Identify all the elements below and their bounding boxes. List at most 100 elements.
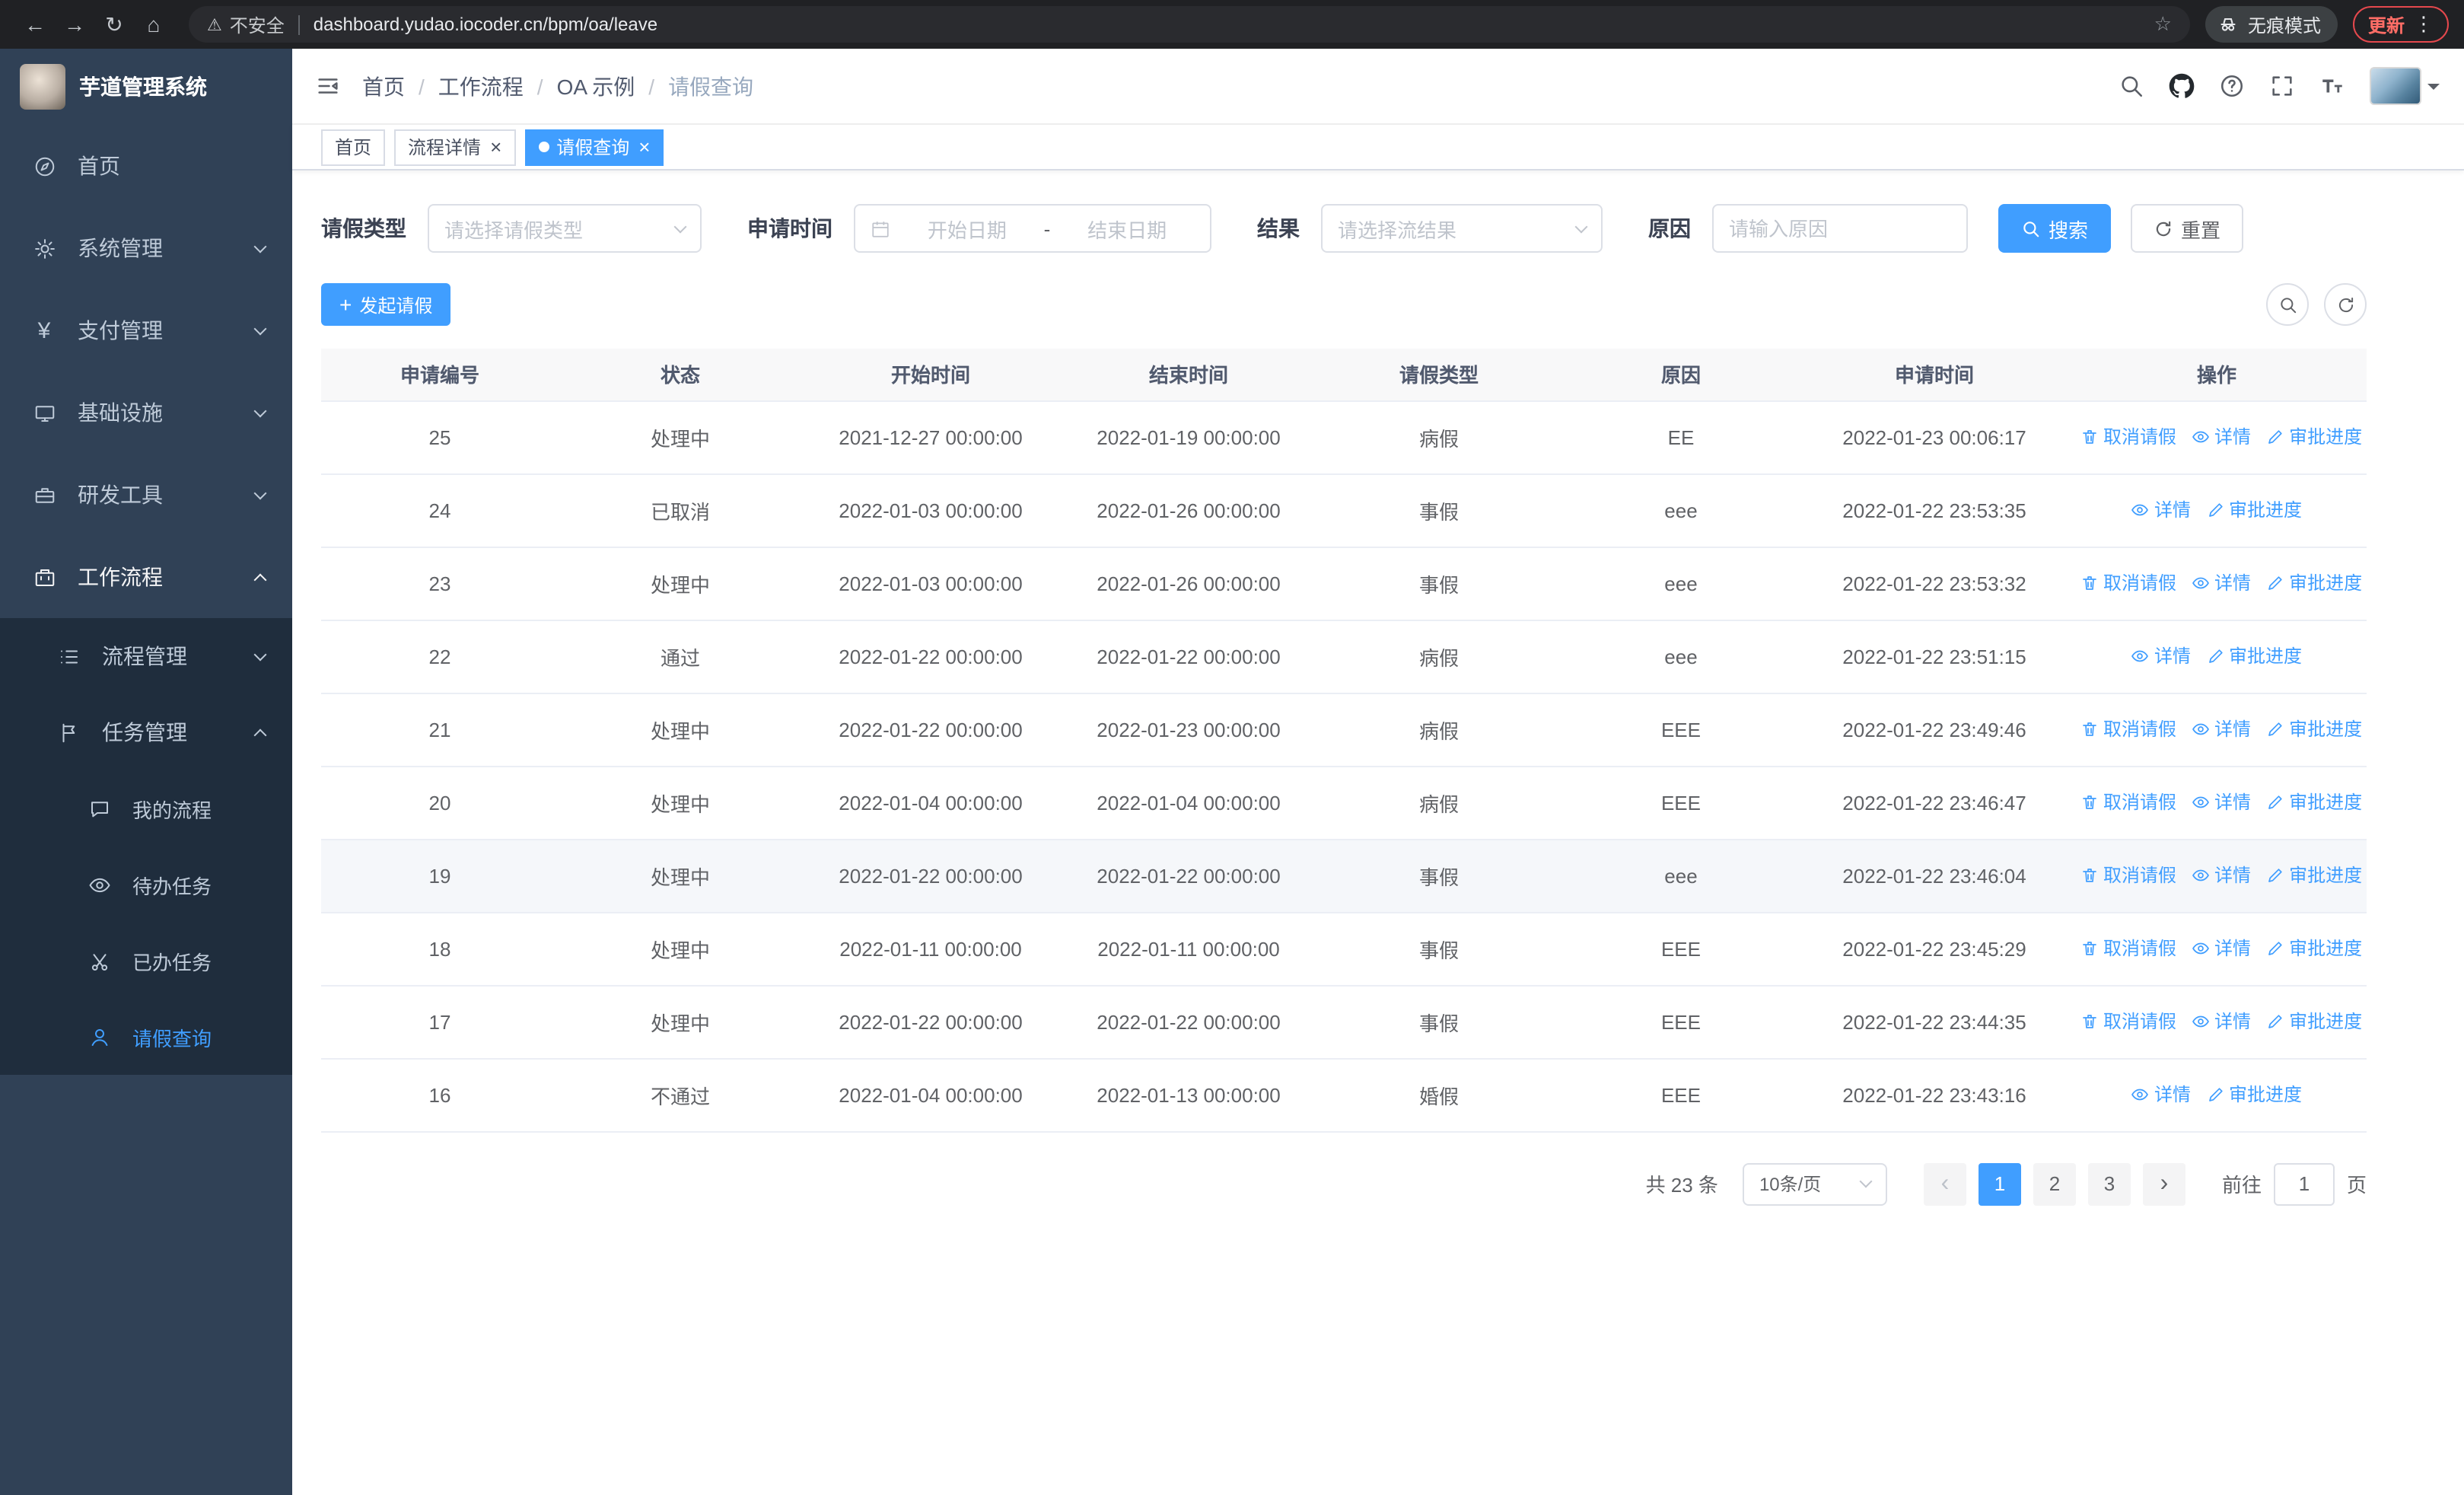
browser-menu-icon[interactable]: ⋮	[2414, 12, 2434, 37]
apply-time-label: 申请时间	[747, 216, 832, 241]
cell-apply-time: 2022-01-23 00:06:17	[1802, 400, 2067, 474]
cancel-action-link[interactable]: 取消请假	[2080, 862, 2176, 888]
app-frame: 芋道管理系统 首页 系统管理 ¥ 支付管理 基础设施 研发工具 工作流程 流程管…	[0, 49, 2464, 1495]
github-icon[interactable]	[2169, 73, 2195, 99]
breadcrumb-oa-example[interactable]: OA 示例	[557, 71, 635, 101]
prev-page-button[interactable]: ‹	[1923, 1162, 1966, 1205]
cell-leave-type: 事假	[1318, 912, 1560, 986]
browser-address-bar[interactable]: ⚠ 不安全 dashboard.yudao.iocoder.cn/bpm/oa/…	[189, 6, 2190, 43]
cancel-action-link[interactable]: 取消请假	[2080, 1009, 2176, 1034]
browser-reload-icon[interactable]: ↻	[94, 5, 134, 44]
fullscreen-icon[interactable]	[2269, 73, 2295, 99]
close-icon[interactable]: ×	[490, 137, 501, 157]
cancel-action-link[interactable]: 取消请假	[2080, 424, 2176, 450]
search-button[interactable]: 搜索	[1998, 204, 2112, 253]
sidebar-item-workflow[interactable]: 工作流程	[0, 536, 292, 618]
sidebar-fold-button[interactable]	[315, 73, 341, 99]
detail-action-link[interactable]: 详情	[2192, 789, 2251, 815]
progress-action-link[interactable]: 审批进度	[2266, 936, 2362, 961]
close-icon[interactable]: ×	[638, 137, 650, 157]
browser-forward-icon[interactable]: →	[55, 5, 94, 44]
cell-reason: EEE	[1560, 693, 1802, 767]
detail-action-link[interactable]: 详情	[2192, 862, 2251, 888]
cell-status: 处理中	[559, 839, 802, 913]
reason-input[interactable]	[1712, 204, 1968, 253]
screen: ← → ↻ ⌂ ⚠ 不安全 dashboard.yudao.iocoder.cn…	[0, 0, 2464, 1495]
cancel-action-link[interactable]: 取消请假	[2080, 936, 2176, 961]
help-icon[interactable]	[2219, 73, 2245, 99]
next-page-button[interactable]: ›	[2142, 1162, 2185, 1205]
browser-back-icon[interactable]: ←	[15, 5, 55, 44]
create-leave-button[interactable]: + 发起请假	[321, 283, 451, 326]
apply-time-range-picker[interactable]: 开始日期 - 结束日期	[854, 204, 1211, 253]
sidebar-item-payment-mgmt[interactable]: ¥ 支付管理	[0, 289, 292, 371]
breadcrumb-workflow[interactable]: 工作流程	[438, 71, 524, 101]
detail-action-link[interactable]: 详情	[2131, 643, 2191, 669]
breadcrumb-home[interactable]: 首页	[362, 71, 405, 101]
cancel-action-link[interactable]: 取消请假	[2080, 570, 2176, 596]
goto-page-input[interactable]	[2273, 1162, 2335, 1205]
search-icon[interactable]	[2119, 73, 2144, 99]
progress-action-link[interactable]: 审批进度	[2206, 643, 2302, 669]
sidebar-menu: 首页 系统管理 ¥ 支付管理 基础设施 研发工具 工作流程 流程管理 任务管理 …	[0, 125, 292, 1075]
refresh-table-button[interactable]	[2324, 283, 2367, 326]
tab-process-detail[interactable]: 流程详情 ×	[394, 129, 516, 165]
progress-action-link[interactable]: 审批进度	[2266, 570, 2362, 596]
cell-reason: EE	[1560, 400, 1802, 474]
scissors-icon	[85, 949, 113, 972]
detail-action-link[interactable]: 详情	[2131, 497, 2191, 523]
cell-start-time: 2022-01-22 00:00:00	[802, 839, 1059, 913]
sidebar-item-process-mgmt[interactable]: 流程管理	[0, 618, 292, 694]
sidebar-item-system-mgmt[interactable]: 系统管理	[0, 207, 292, 289]
page-button-1[interactable]: 1	[1978, 1162, 2021, 1205]
start-date-placeholder: 开始日期	[927, 218, 1007, 241]
cell-actions: 取消请假 详情 审批进度	[2067, 693, 2367, 767]
tab-leave-query[interactable]: 请假查询 ×	[524, 129, 664, 165]
tab-home[interactable]: 首页	[321, 129, 386, 165]
progress-action-link[interactable]: 审批进度	[2266, 862, 2362, 888]
toggle-search-button[interactable]	[2266, 283, 2309, 326]
cell-apply-id: 20	[321, 766, 559, 840]
progress-action-link[interactable]: 审批进度	[2266, 716, 2362, 742]
page-size-select[interactable]: 10条/页	[1742, 1162, 1887, 1205]
browser-home-icon[interactable]: ⌂	[134, 5, 173, 44]
page-button-3[interactable]: 3	[2087, 1162, 2131, 1205]
progress-action-link[interactable]: 审批进度	[2206, 497, 2302, 523]
font-size-icon[interactable]	[2319, 73, 2345, 99]
sidebar-item-label: 待办任务	[132, 875, 212, 897]
sidebar-item-done-tasks[interactable]: 已办任务	[0, 923, 292, 999]
detail-action-link[interactable]: 详情	[2192, 936, 2251, 961]
progress-action-link[interactable]: 审批进度	[2206, 1082, 2302, 1108]
detail-action-link[interactable]: 详情	[2192, 570, 2251, 596]
result-select[interactable]: 请选择流结果	[1321, 204, 1603, 253]
sidebar-item-infrastructure[interactable]: 基础设施	[0, 371, 292, 454]
reset-button[interactable]: 重置	[2131, 204, 2244, 253]
col-start-time: 开始时间	[802, 349, 1059, 401]
sidebar-item-label: 系统管理	[78, 236, 163, 260]
cancel-action-link[interactable]: 取消请假	[2080, 789, 2176, 815]
progress-action-link[interactable]: 审批进度	[2266, 789, 2362, 815]
leave-type-select[interactable]: 请选择请假类型	[428, 204, 702, 253]
cell-actions: 详情 审批进度	[2067, 620, 2367, 693]
detail-action-link[interactable]: 详情	[2192, 1009, 2251, 1034]
range-separator: -	[1043, 217, 1051, 240]
detail-action-link[interactable]: 详情	[2192, 424, 2251, 450]
detail-action-link[interactable]: 详情	[2131, 1082, 2191, 1108]
progress-action-link[interactable]: 审批进度	[2266, 1009, 2362, 1034]
sidebar-item-task-mgmt[interactable]: 任务管理	[0, 694, 292, 770]
sidebar-item-leave-query[interactable]: 请假查询	[0, 999, 292, 1075]
app-logo[interactable]: 芋道管理系统	[0, 49, 292, 125]
bookmark-star-icon[interactable]: ☆	[2154, 12, 2172, 37]
browser-update-button[interactable]: 更新 ⋮	[2352, 6, 2449, 43]
cancel-action-link[interactable]: 取消请假	[2080, 716, 2176, 742]
sidebar-item-dev-tools[interactable]: 研发工具	[0, 454, 292, 536]
page-button-2[interactable]: 2	[2033, 1162, 2076, 1205]
detail-action-link[interactable]: 详情	[2192, 716, 2251, 742]
sidebar-item-label: 基础设施	[78, 400, 163, 425]
goto-label: 前往	[2221, 1174, 2262, 1197]
user-menu[interactable]	[2370, 67, 2440, 105]
progress-action-link[interactable]: 审批进度	[2266, 424, 2362, 450]
sidebar-item-my-process[interactable]: 我的流程	[0, 770, 292, 846]
sidebar-item-todo-tasks[interactable]: 待办任务	[0, 846, 292, 923]
sidebar-item-home[interactable]: 首页	[0, 125, 292, 207]
